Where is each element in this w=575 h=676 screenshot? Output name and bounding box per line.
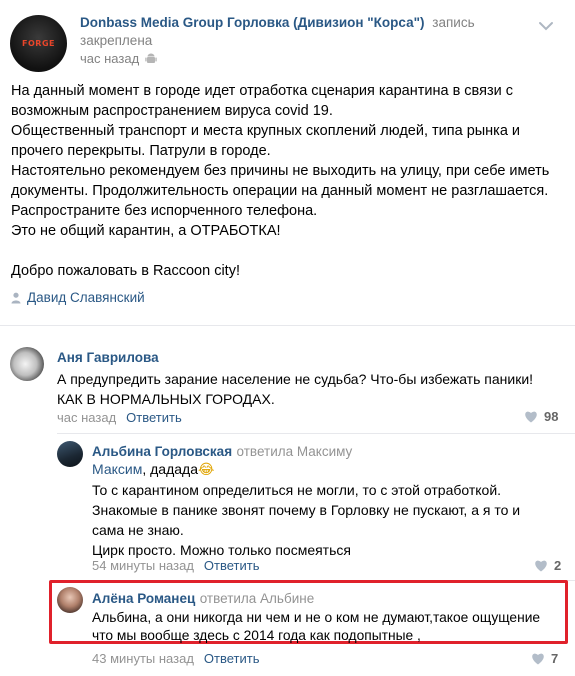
comment-line: что мы вообще здесь с 2014 года как подо… [92,628,421,643]
comment-line: То с карантином определиться не могли, т… [92,482,502,498]
post-author-row: Давид Славянский [11,290,145,305]
post-author-link[interactable]: Давид Славянский [27,290,145,305]
post-line: Добро пожаловать в Raccoon city! [11,263,240,279]
post-line: Распространите без испорченного телефона… [11,203,318,219]
comment-line: КАК В НОРМАЛЬНЫХ ГОРОДАХ. [57,391,275,407]
like-button[interactable]: 98 [524,409,558,424]
like-count: 98 [544,409,559,424]
comment-line: Цирк просто. Можно только посмеяться [92,542,351,558]
post-line: На данный момент в городе идет отработка… [11,83,513,99]
commenter-avatar[interactable] [10,347,44,381]
person-icon [11,292,21,303]
comment-line: Альбина, а они никогда ни чем и не о ком… [92,610,541,625]
group-name-link[interactable]: Donbass Media Group Горловка (Дивизион "… [80,15,425,30]
commenter-avatar[interactable] [57,587,83,613]
comment-time[interactable]: час назад [57,410,116,425]
divider [0,325,575,326]
comment-text: А предупредить зарание население не судь… [57,369,557,409]
mention-tail: , дадада [142,461,198,477]
heart-icon [535,560,547,572]
replied-to-link[interactable]: ответила Альбине [200,591,315,606]
divider [57,433,575,434]
comment-header: Алёна Романец ответила Альбине [92,590,314,608]
post-line: возможным распространением вируса covid … [11,103,333,119]
comment-line: сама не знаю. [92,522,184,538]
comment-text: Альбина, а они никогда ни чем и не о ком… [92,609,562,645]
comment-line: А предупредить зарание население не судь… [57,371,534,387]
post-time[interactable]: час назад [80,51,139,66]
comment-time[interactable]: 43 минуты назад [92,651,194,666]
comment-author-link[interactable]: Алёна Романец [92,591,195,606]
post-line: Это не общий карантин, а ОТРАБОТКА! [11,223,281,239]
pinned-note-line2: закреплена [80,33,153,48]
like-count: 2 [554,558,562,573]
android-icon [145,53,157,63]
post-time-row: час назад [80,51,157,66]
mention-link[interactable]: Максим [92,461,142,477]
like-button[interactable]: 2 [534,558,561,573]
reply-button[interactable]: Ответить [204,558,260,573]
like-count: 7 [551,651,559,666]
post-line: прочего перекрыты. Патрули в городе. [11,143,271,159]
comment-footer: час назад Ответить [57,410,182,425]
reply-button[interactable]: Ответить [126,410,182,425]
pinned-note: запись [432,15,475,30]
comment-text: Максим, дадада😂 То с карантином определи… [92,459,562,560]
comment-time[interactable]: 54 минуты назад [92,558,194,573]
comment-footer: 54 минуты назад Ответить [92,558,259,573]
group-avatar-logo: FORGE [22,39,55,48]
comment-line: Максим, дадада😂 [92,459,562,480]
like-button[interactable]: 7 [531,651,558,666]
reply-button[interactable]: Ответить [204,651,260,666]
post-line: Общественный транспорт и места крупных с… [11,123,521,139]
post-line: Настоятельно рекомендуем без причины не … [11,163,550,179]
heart-icon [525,411,537,423]
post-body: На данный момент в городе идет отработка… [11,81,561,281]
post-header-line1: Donbass Media Group Горловка (Дивизион "… [80,15,520,30]
heart-icon [532,653,544,665]
laughing-emoji-icon: 😂 [198,462,215,478]
post-line [11,241,561,261]
replied-to-link[interactable]: ответила Максиму [237,444,353,459]
group-avatar[interactable]: FORGE [10,15,67,72]
post-options-chevron-icon[interactable] [538,18,554,31]
post-line: документы. Продолжительность операции на… [11,183,549,199]
comment-footer: 43 минуты назад Ответить [92,651,259,666]
comment-line: Знакомые в панике звонят почему в Горлов… [92,502,521,518]
comment-author-link[interactable]: Аня Гаврилова [57,350,159,365]
comment-author-link[interactable]: Альбина Горловская [92,444,232,459]
commenter-avatar[interactable] [57,441,83,467]
